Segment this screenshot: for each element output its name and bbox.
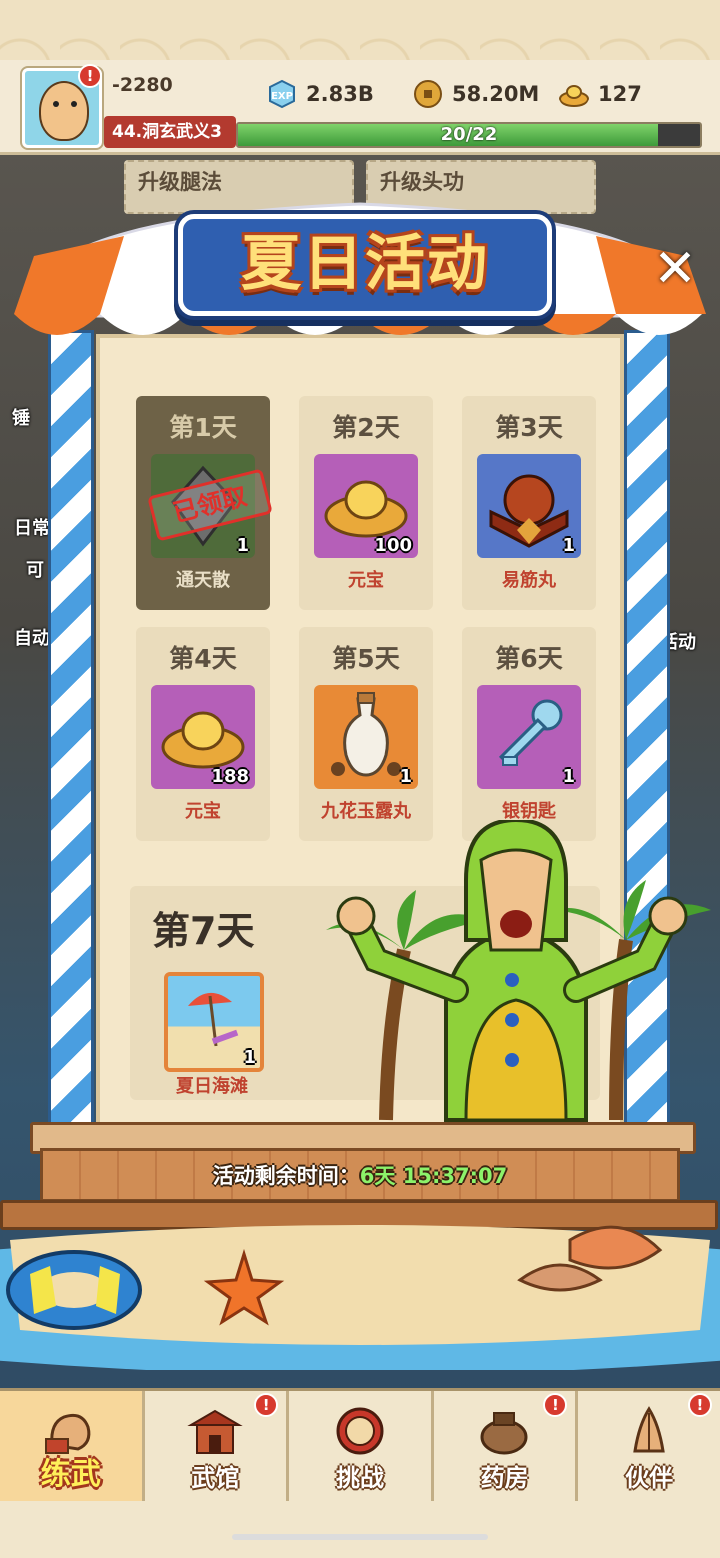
item-quantity: 100 — [374, 535, 412, 556]
dojo-building-icon — [187, 1409, 243, 1454]
close-icon[interactable]: ✕ — [650, 243, 700, 295]
tongtian-powder-icon: 已领取 1 — [147, 454, 273, 558]
event-timer-value: 6天 15:37:07 — [359, 1164, 508, 1188]
exp-resource: EXP 2.83B — [266, 78, 374, 110]
item-quantity: 1 — [562, 766, 575, 787]
side-button-left-3[interactable]: 可 — [26, 556, 44, 582]
item-quantity: 1 — [562, 535, 575, 556]
exp-icon: EXP — [269, 79, 295, 109]
event-title: 夏日活动 — [241, 229, 489, 299]
xp-progress-text: 20/22 — [440, 124, 498, 145]
avatar-alert-icon: ! — [78, 64, 102, 88]
bottom-safe-area — [0, 1498, 720, 1558]
day-title: 第5天 — [332, 644, 400, 673]
nav-label: 挑战 — [335, 1464, 384, 1492]
yijin-pill-icon: 1 — [477, 454, 581, 558]
praying-hands-icon — [633, 1406, 665, 1453]
coin-icon — [414, 80, 442, 108]
gold-ingot-icon: 188 — [151, 685, 255, 789]
day-title: 第1天 — [169, 413, 237, 442]
home-indicator — [232, 1534, 488, 1540]
item-name: 元宝 — [185, 801, 221, 822]
item-quantity: 1 — [236, 535, 249, 556]
day-title: 第3天 — [495, 413, 563, 442]
combat-power: -2280 — [112, 74, 173, 96]
coin-resource: 58.20M — [412, 78, 539, 110]
day-title: 第4天 — [169, 644, 237, 673]
nav-item-dojo[interactable]: ! 武馆 — [145, 1391, 290, 1501]
nav-item-pharmacy[interactable]: ! 药房 — [434, 1391, 579, 1501]
avatar-face — [39, 81, 89, 141]
event-timer: 活动剩余时间：6天 15:37:07 — [0, 1160, 720, 1190]
upgrade-head-label: 升级头功 — [380, 170, 464, 194]
summer-beach-icon: 1 — [164, 972, 264, 1072]
ingot-resource: 127 — [558, 78, 642, 110]
item-name: 夏日海滩 — [176, 1076, 248, 1097]
exp-value: 2.83B — [306, 82, 374, 106]
top-wave-pattern — [0, 0, 720, 62]
day-card-6[interactable]: 第6天 1 银钥匙 — [462, 627, 596, 841]
side-button-left-1[interactable]: 锤 — [12, 404, 30, 430]
beach-scene — [0, 1225, 720, 1370]
svg-text:EXP: EXP — [271, 91, 293, 102]
gold-ingot-icon: 100 — [314, 454, 418, 558]
nav-item-train[interactable]: 练武 — [0, 1391, 145, 1501]
day-title: 第2天 — [332, 413, 400, 442]
xp-progress-bar: 20/22 — [236, 122, 702, 148]
alert-icon: ! — [254, 1393, 279, 1417]
day-card-2[interactable]: 第2天 100 元宝 — [299, 396, 433, 610]
item-quantity: 1 — [399, 766, 412, 787]
ingot-value: 127 — [598, 82, 642, 106]
item-name: 易筋丸 — [502, 570, 556, 591]
jiuhua-pill-bottle-icon: 1 — [314, 685, 418, 789]
nav-item-challenge[interactable]: 挑战 — [289, 1391, 434, 1501]
bottom-nav: 练武 ! 武馆 挑战 ! 药房 ! 伙伴 — [0, 1388, 720, 1501]
left-striped-pole — [48, 330, 94, 1130]
side-button-left-4[interactable]: 自动 — [14, 624, 50, 650]
coin-value: 58.20M — [452, 82, 540, 106]
nav-item-partner[interactable]: ! 伙伴 — [578, 1391, 720, 1501]
drum-icon — [336, 1407, 384, 1455]
nav-label: 武馆 — [191, 1464, 240, 1492]
nav-label: 练武 — [40, 1457, 101, 1492]
nav-label: 药房 — [480, 1464, 529, 1492]
alert-icon: ! — [543, 1393, 568, 1417]
nav-label: 伙伴 — [625, 1464, 674, 1492]
event-title-plate: 夏日活动 — [178, 214, 552, 316]
side-button-left-2[interactable]: 日常 — [14, 514, 50, 540]
day-title: 第7天 — [152, 909, 255, 953]
avatar-eye — [71, 101, 77, 107]
event-timer-label: 活动剩余时间： — [212, 1164, 360, 1188]
day-card-3[interactable]: 第3天 1 易筋丸 — [462, 396, 596, 610]
silver-key-icon: 1 — [477, 685, 581, 789]
dinosaur-costume-character — [326, 820, 711, 1122]
item-name: 通天散 — [176, 570, 230, 591]
ingot-icon — [559, 85, 589, 107]
day-card-1[interactable]: 第1天 已领取 1 通天散 — [136, 396, 273, 610]
upgrade-leg-label: 升级腿法 — [138, 170, 222, 194]
item-quantity: 1 — [243, 1047, 256, 1068]
day-card-4[interactable]: 第4天 188 元宝 — [136, 627, 270, 841]
item-quantity: 188 — [211, 766, 249, 787]
day-card-5[interactable]: 第5天 1 九花玉露丸 — [299, 627, 433, 841]
alert-icon: ! — [687, 1393, 712, 1417]
day-title: 第6天 — [495, 644, 563, 673]
medicine-pot-icon — [480, 1412, 528, 1455]
item-name: 元宝 — [348, 570, 384, 591]
rank-tag: 44.洞玄武义3 — [104, 116, 236, 148]
avatar-eye — [53, 101, 59, 107]
